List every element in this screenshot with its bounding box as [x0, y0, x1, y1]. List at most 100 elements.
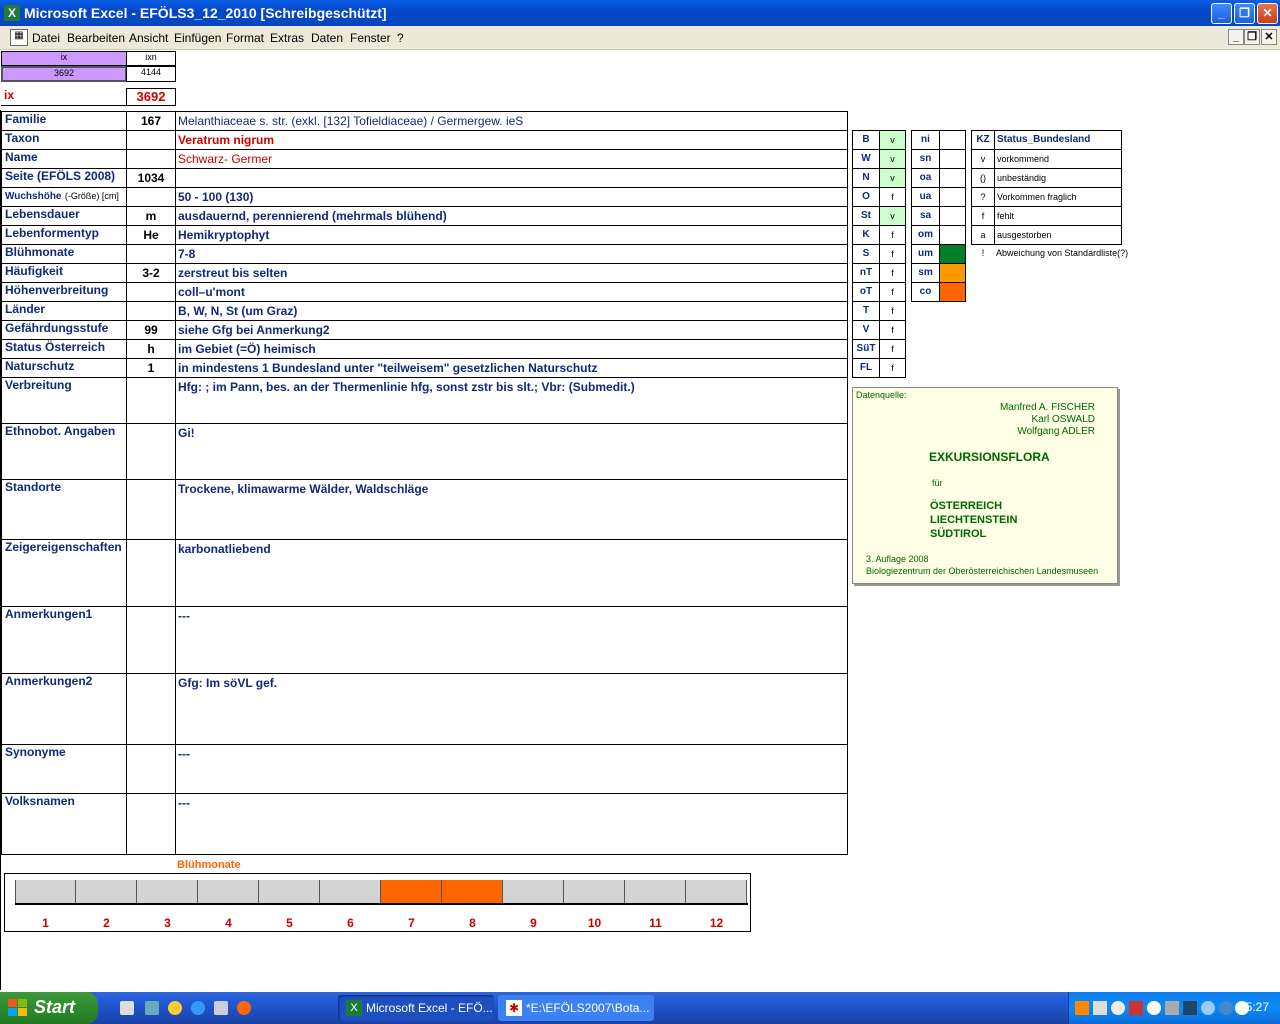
info-icon[interactable]	[1219, 1001, 1233, 1015]
field-value[interactable]: ---	[175, 793, 848, 855]
field-value[interactable]: Melanthiaceae s. str. (exkl. [132] Tofie…	[175, 111, 848, 131]
outlook-icon[interactable]	[214, 1001, 228, 1015]
field-label[interactable]: Taxon	[1, 130, 127, 150]
field-value[interactable]: Schwarz- Germer	[175, 149, 848, 169]
workbook-minimize-button[interactable]: _	[1228, 29, 1244, 45]
tray-icon-6[interactable]	[1165, 1001, 1179, 1015]
altitude-key[interactable]: co	[911, 282, 940, 302]
minimize-button[interactable]: _	[1211, 3, 1232, 24]
field-code[interactable]: m	[126, 206, 176, 226]
field-code[interactable]	[126, 244, 176, 264]
document-icon[interactable]: ▦	[10, 29, 28, 46]
field-code[interactable]: 99	[126, 320, 176, 340]
field-value[interactable]: karbonatliebend	[175, 539, 848, 607]
state-value[interactable]: f	[879, 244, 906, 264]
field-value[interactable]: Veratrum nigrum	[175, 130, 848, 150]
altitude-color[interactable]	[939, 187, 966, 207]
menu-daten[interactable]: Daten	[311, 31, 343, 45]
firefox-icon[interactable]	[237, 1001, 251, 1015]
legend-text[interactable]: fehlt	[994, 206, 1122, 226]
menu-format[interactable]: Format	[226, 31, 264, 45]
volume-icon[interactable]	[1111, 1001, 1125, 1015]
field-label[interactable]: Lebenformentyp	[1, 225, 127, 245]
field-value[interactable]: Trockene, klimawarme Wälder, Waldschläge	[175, 479, 848, 540]
field-code[interactable]	[126, 423, 176, 480]
field-code[interactable]: 167	[126, 111, 176, 131]
field-label[interactable]: Name	[1, 149, 127, 169]
field-value[interactable]: zerstreut bis selten	[175, 263, 848, 283]
field-value[interactable]	[175, 168, 848, 188]
field-code[interactable]	[126, 479, 176, 540]
state-key[interactable]: K	[852, 225, 880, 245]
media-player-icon[interactable]	[168, 1001, 182, 1015]
field-code[interactable]: He	[126, 225, 176, 245]
field-value[interactable]: coll–u'mont	[175, 282, 848, 302]
field-label[interactable]: Familie	[1, 111, 127, 131]
close-button[interactable]: ✕	[1257, 3, 1278, 24]
field-value[interactable]: siehe Gfg bei Anmerkung2	[175, 320, 848, 340]
field-label[interactable]: Seite (EFÖLS 2008)	[1, 168, 127, 188]
ixn-header-cell[interactable]: ixn	[126, 51, 176, 66]
field-value[interactable]: ausdauernd, perennierend (mehrmals blühe…	[175, 206, 848, 226]
excel-app-icon[interactable]: X	[4, 5, 20, 21]
internet-explorer-icon[interactable]	[191, 1001, 205, 1015]
field-code[interactable]: h	[126, 339, 176, 359]
field-code[interactable]	[126, 282, 176, 302]
state-value[interactable]: f	[879, 263, 906, 283]
search-icon[interactable]	[1147, 1001, 1161, 1015]
state-key[interactable]: O	[852, 187, 880, 207]
field-label[interactable]: Anmerkungen1	[1, 606, 127, 674]
ix-header-cell[interactable]: ix	[1, 51, 127, 66]
altitude-color[interactable]	[939, 263, 966, 283]
field-label[interactable]: Anmerkungen2	[1, 673, 127, 745]
legend-text[interactable]: unbeständig	[994, 168, 1122, 188]
legend-status-header[interactable]: Status_Bundesland	[994, 130, 1122, 150]
menu-help[interactable]: ?	[397, 31, 404, 45]
taskbar-excel-button[interactable]: X Microsoft Excel - EFÖ...	[338, 995, 494, 1021]
tray-icon-8[interactable]	[1201, 1001, 1215, 1015]
show-desktop-icon[interactable]	[120, 1001, 134, 1015]
state-value[interactable]: f	[879, 187, 906, 207]
state-key[interactable]: N	[852, 168, 880, 188]
state-value[interactable]: f	[879, 339, 906, 359]
state-key[interactable]: S	[852, 244, 880, 264]
field-code[interactable]: 1034	[126, 168, 176, 188]
altitude-color[interactable]	[939, 244, 966, 264]
altitude-key[interactable]: om	[911, 225, 940, 245]
field-code[interactable]	[126, 793, 176, 855]
field-value[interactable]: Gi!	[175, 423, 848, 480]
state-value[interactable]: f	[879, 282, 906, 302]
field-label[interactable]: Gefährdungsstufe	[1, 320, 127, 340]
state-key[interactable]: B	[852, 130, 880, 150]
altitude-key[interactable]: sm	[911, 263, 940, 283]
state-key[interactable]: V	[852, 320, 880, 340]
field-code[interactable]: 1	[126, 358, 176, 378]
ix-value-cell[interactable]: 3692	[1, 66, 127, 82]
altitude-key[interactable]: um	[911, 244, 940, 264]
altitude-key[interactable]: sn	[911, 149, 940, 169]
field-value[interactable]: 7-8	[175, 244, 848, 264]
ix-big-value[interactable]: 3692	[126, 88, 176, 106]
field-label[interactable]: Lebensdauer	[1, 206, 127, 226]
field-value[interactable]: Hfg: ; im Pann, bes. an der Thermenlinie…	[175, 377, 848, 424]
field-label[interactable]: Verbreitung	[1, 377, 127, 424]
field-label[interactable]: Naturschutz	[1, 358, 127, 378]
state-value[interactable]: v	[879, 206, 906, 226]
tray-icon-1[interactable]	[1075, 1001, 1089, 1015]
clock[interactable]: 05:27	[1239, 1000, 1269, 1014]
restore-button[interactable]: ❐	[1234, 3, 1255, 24]
field-code[interactable]	[126, 377, 176, 424]
legend-text[interactable]: Abweichung von Standardliste(?)	[994, 244, 1128, 264]
field-value[interactable]: ---	[175, 606, 848, 674]
tray-icon-4[interactable]	[1129, 1001, 1143, 1015]
field-label[interactable]: Häufigkeit	[1, 263, 127, 283]
network-icon[interactable]	[1093, 1001, 1107, 1015]
field-code[interactable]	[126, 673, 176, 745]
altitude-color[interactable]	[939, 149, 966, 169]
field-code[interactable]	[126, 539, 176, 607]
field-label[interactable]: Zeigereigenschaften	[1, 539, 127, 607]
state-key[interactable]: FL	[852, 358, 880, 378]
field-code[interactable]	[126, 187, 176, 207]
altitude-key[interactable]: ni	[911, 130, 940, 150]
altitude-color[interactable]	[939, 282, 966, 302]
